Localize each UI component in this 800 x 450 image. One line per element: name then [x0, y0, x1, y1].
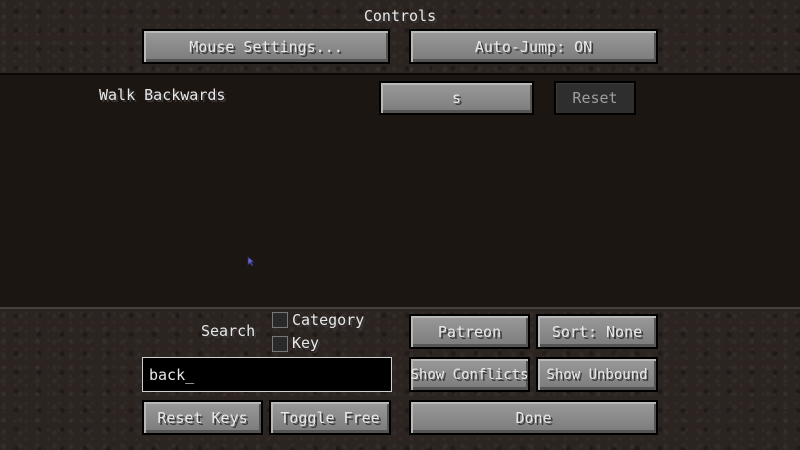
keybind-reset-button[interactable]: Reset: [554, 81, 636, 115]
reset-keys-button[interactable]: Reset Keys: [142, 400, 263, 435]
key-checkbox[interactable]: [272, 336, 288, 352]
mouse-cursor-icon: [247, 256, 255, 267]
mouse-settings-button[interactable]: Mouse Settings...: [142, 29, 390, 64]
key-checkbox-label: Key: [292, 334, 320, 352]
search-input[interactable]: back_: [142, 357, 392, 392]
sort-button[interactable]: Sort: None: [536, 314, 658, 349]
category-checkbox-label: Category: [292, 311, 365, 329]
done-button[interactable]: Done: [409, 400, 658, 435]
patreon-button[interactable]: Patreon: [409, 314, 530, 349]
keybind-key-button[interactable]: s: [379, 81, 534, 115]
page-title: Controls: [363, 7, 437, 25]
category-checkbox[interactable]: [272, 312, 288, 328]
show-conflicts-button[interactable]: Show Conflicts: [409, 357, 530, 392]
search-label: Search: [201, 322, 256, 340]
toggle-free-button[interactable]: Toggle Free: [269, 400, 391, 435]
show-unbound-button[interactable]: Show Unbound: [536, 357, 658, 392]
keybind-label: Walk Backwards: [99, 86, 226, 104]
auto-jump-button[interactable]: Auto-Jump: ON: [409, 29, 658, 64]
